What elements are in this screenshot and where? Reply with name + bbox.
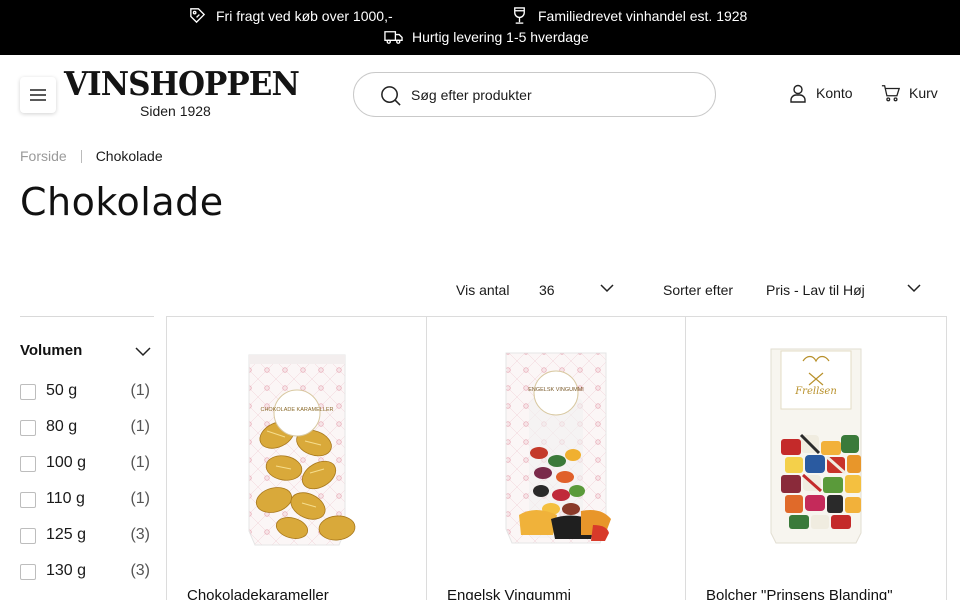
bag-label: ENGELSK VINGUMMI bbox=[528, 387, 584, 393]
breadcrumb-home-link[interactable]: Forside bbox=[20, 148, 67, 164]
filter-volume-toggle[interactable]: Volumen bbox=[20, 342, 154, 362]
filter-checkbox[interactable] bbox=[20, 456, 36, 472]
announcement-free-shipping: Fri fragt ved køb over 1000,- bbox=[188, 6, 393, 25]
filter-option-count: (1) bbox=[130, 454, 150, 471]
announcement-text: Hurtig levering 1-5 hverdage bbox=[412, 28, 589, 45]
filter-option-count: (1) bbox=[130, 490, 150, 507]
sort-select[interactable]: Pris - Lav til Høj bbox=[766, 282, 865, 298]
filter-divider bbox=[20, 316, 154, 317]
filter-checkbox[interactable] bbox=[20, 384, 36, 400]
product-name[interactable]: Engelsk Vingummi bbox=[447, 587, 571, 600]
search-bar[interactable] bbox=[353, 72, 716, 117]
search-input[interactable] bbox=[411, 83, 691, 107]
logo-wordmark: VINSHOPPEN bbox=[64, 64, 300, 103]
filter-option-count: (3) bbox=[130, 562, 150, 579]
breadcrumb-current: Chokolade bbox=[95, 148, 163, 164]
filter-option[interactable]: 80 g (1) bbox=[20, 417, 154, 439]
cart-label: Kurv bbox=[909, 85, 938, 101]
wine-glass-icon bbox=[514, 7, 525, 24]
announcement-bar: Fri fragt ved køb over 1000,- Familiedre… bbox=[0, 0, 960, 55]
filter-checkbox[interactable] bbox=[20, 564, 36, 580]
product-name[interactable]: Bolcher "Prinsens Blanding" bbox=[706, 587, 893, 600]
filter-option-count: (1) bbox=[130, 382, 150, 399]
filter-option-count: (1) bbox=[130, 418, 150, 435]
chevron-down-icon[interactable] bbox=[907, 283, 921, 293]
account-label: Konto bbox=[816, 85, 853, 101]
site-logo[interactable]: VINSHOPPEN Siden 1928 bbox=[64, 64, 300, 122]
per-page-label: Vis antal bbox=[456, 282, 510, 298]
product-grid: CHOKOLADE KARAMELLER Chokoladekarameller bbox=[166, 316, 947, 600]
product-image: CHOKOLADE KARAMELLER bbox=[248, 354, 355, 546]
product-name[interactable]: Chokoladekarameller bbox=[187, 587, 329, 600]
announcement-text: Familiedrevet vinhandel est. 1928 bbox=[538, 7, 748, 24]
shopping-cart-icon bbox=[881, 85, 901, 102]
bag-label: CHOKOLADE KARAMELLER bbox=[260, 407, 333, 413]
filter-option-count: (3) bbox=[130, 526, 150, 543]
hamburger-menu-icon bbox=[30, 89, 46, 101]
announcement-fast-delivery: Hurtig levering 1-5 hverdage bbox=[384, 27, 589, 46]
filter-volume-title: Volumen bbox=[20, 342, 83, 359]
product-card[interactable]: Frellsen Bolcher "Prinsens Blanding" bbox=[686, 317, 947, 600]
site-header: VINSHOPPEN Siden 1928 Konto Kurv bbox=[0, 55, 960, 135]
chevron-down-icon bbox=[135, 347, 151, 357]
delivery-truck-icon bbox=[384, 31, 403, 44]
free-shipping-tag-icon bbox=[190, 8, 206, 24]
announcement-family-owned: Familiedrevet vinhandel est. 1928 bbox=[510, 6, 747, 25]
menu-button[interactable] bbox=[20, 77, 56, 113]
search-icon bbox=[381, 86, 401, 106]
chevron-down-icon[interactable] bbox=[600, 283, 614, 293]
bag-label: Frellsen bbox=[794, 386, 837, 397]
page-title: Chokolade bbox=[20, 180, 224, 224]
filter-option-label: 100 g bbox=[46, 454, 87, 471]
filter-option[interactable]: 125 g (3) bbox=[20, 525, 154, 547]
filter-option[interactable]: 100 g (1) bbox=[20, 453, 154, 475]
product-image: ENGELSK VINGUMMI bbox=[505, 352, 611, 544]
announcement-text: Fri fragt ved køb over 1000,- bbox=[216, 7, 393, 24]
sort-label: Sorter efter bbox=[663, 282, 734, 298]
user-icon bbox=[790, 84, 806, 103]
per-page-select[interactable]: 36 bbox=[539, 282, 555, 298]
filter-option-label: 50 g bbox=[46, 382, 78, 399]
account-link[interactable]: Konto bbox=[788, 83, 853, 103]
breadcrumb-separator bbox=[80, 149, 82, 163]
product-image: Frellsen bbox=[770, 348, 862, 544]
filter-checkbox[interactable] bbox=[20, 528, 36, 544]
filter-option[interactable]: 50 g (1) bbox=[20, 381, 154, 403]
logo-tagline: Siden 1928 bbox=[140, 103, 211, 119]
filter-option-label: 80 g bbox=[46, 418, 78, 435]
product-card[interactable]: ENGELSK VINGUMMI Engelsk Vingummi bbox=[427, 317, 686, 600]
filter-option[interactable]: 130 g (3) bbox=[20, 561, 154, 583]
filter-option-label: 130 g bbox=[46, 562, 87, 579]
breadcrumb: Forside Chokolade bbox=[20, 148, 163, 164]
filter-option[interactable]: 110 g (1) bbox=[20, 489, 154, 511]
product-card[interactable]: CHOKOLADE KARAMELLER Chokoladekarameller bbox=[167, 317, 427, 600]
cart-link[interactable]: Kurv bbox=[881, 83, 938, 103]
filter-checkbox[interactable] bbox=[20, 420, 36, 436]
filter-option-label: 110 g bbox=[46, 490, 85, 507]
filter-checkbox[interactable] bbox=[20, 492, 36, 508]
filter-option-label: 125 g bbox=[46, 526, 87, 543]
